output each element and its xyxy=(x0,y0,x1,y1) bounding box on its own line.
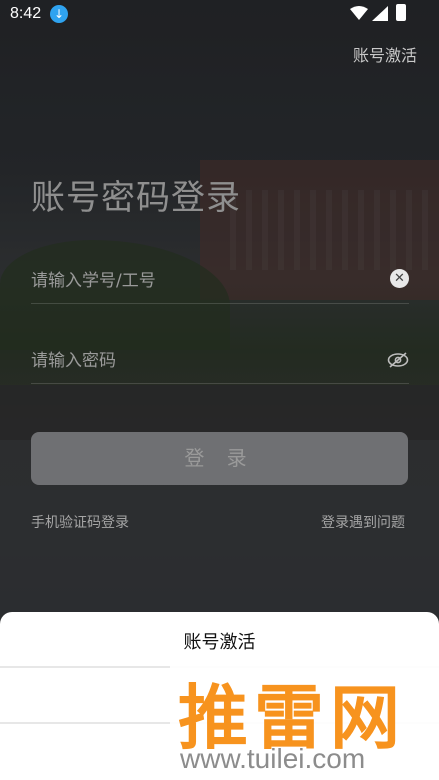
eye-hidden-icon[interactable] xyxy=(387,351,409,369)
status-time: 8:42 xyxy=(10,5,42,22)
login-help-link[interactable]: 登录遇到问题 xyxy=(321,512,405,532)
signal-icon xyxy=(372,6,388,21)
account-field: ✕ xyxy=(31,263,409,304)
download-icon: ↓ xyxy=(50,5,68,23)
wifi-icon xyxy=(350,6,368,20)
watermark-url: www.tuilei.com xyxy=(180,743,366,774)
status-bar: 8:42 ↓ xyxy=(0,0,439,30)
password-input[interactable] xyxy=(31,351,361,371)
battery-icon xyxy=(396,4,406,21)
account-input[interactable] xyxy=(31,271,361,291)
clear-icon[interactable]: ✕ xyxy=(390,269,409,288)
sms-login-link[interactable]: 手机验证码登录 xyxy=(31,512,129,532)
account-activate-link[interactable]: 账号激活 xyxy=(353,42,417,66)
page-title: 账号密码登录 xyxy=(31,178,241,218)
login-button[interactable]: 登 录 xyxy=(31,432,408,485)
bottom-sheet-title: 账号激活 xyxy=(183,632,256,653)
password-field xyxy=(31,343,409,384)
